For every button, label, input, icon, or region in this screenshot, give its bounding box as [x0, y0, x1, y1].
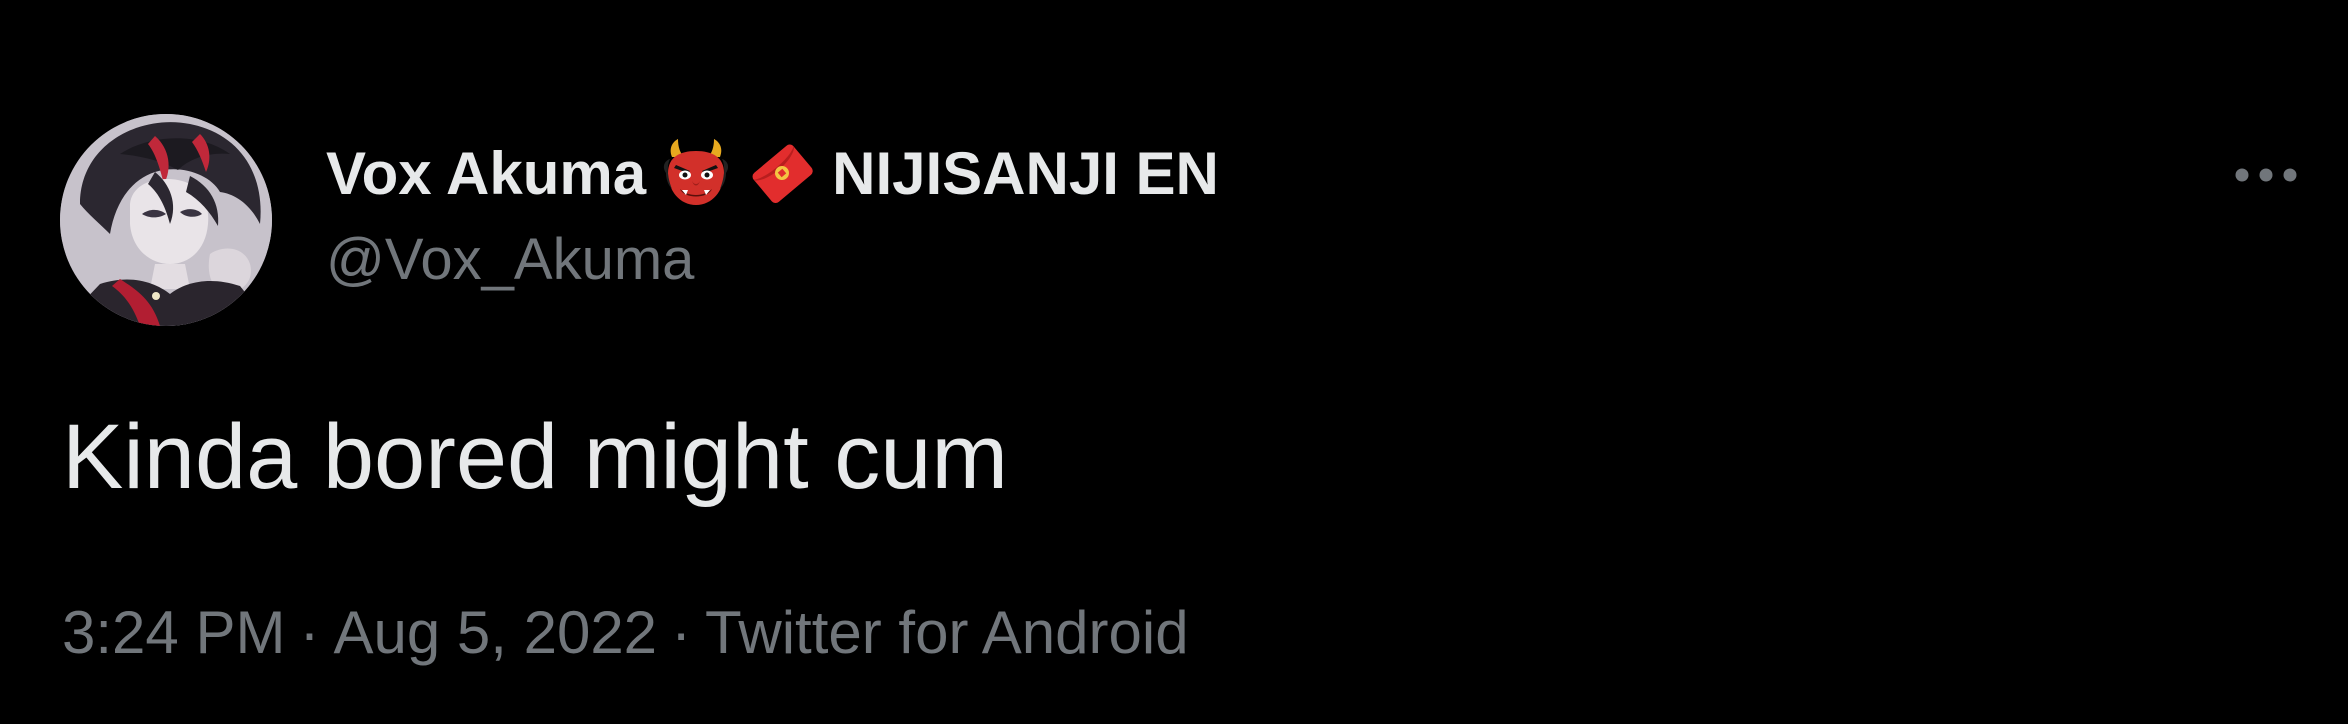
user-handle[interactable]: @Vox_Akuma [326, 226, 694, 293]
tweet-date[interactable]: Aug 5, 2022 [333, 599, 657, 666]
tweet-meta: 3:24 PM · Aug 5, 2022 · Twitter for Android [62, 598, 1189, 667]
tweet-source[interactable]: Twitter for Android [705, 599, 1189, 666]
tweet-card: Vox Akuma NIJISANJI EN @Vox_Akuma Kinda … [0, 0, 2348, 724]
ogre-emoji-icon [660, 137, 732, 209]
avatar-image [60, 114, 272, 326]
display-name-primary: Vox Akuma [326, 139, 647, 207]
meta-separator: · [299, 599, 320, 666]
profile-avatar[interactable] [60, 114, 272, 326]
tweet-text: Kinda bored might cum [62, 406, 1009, 508]
more-horizontal-icon [2235, 168, 2297, 182]
meta-separator: · [671, 599, 692, 666]
more-options-button[interactable] [2226, 150, 2306, 200]
display-name[interactable]: Vox Akuma NIJISANJI EN [326, 138, 1219, 208]
display-name-secondary: NIJISANJI EN [832, 139, 1219, 207]
tweet-time[interactable]: 3:24 PM [62, 599, 285, 666]
red-envelope-emoji-icon [746, 137, 818, 209]
